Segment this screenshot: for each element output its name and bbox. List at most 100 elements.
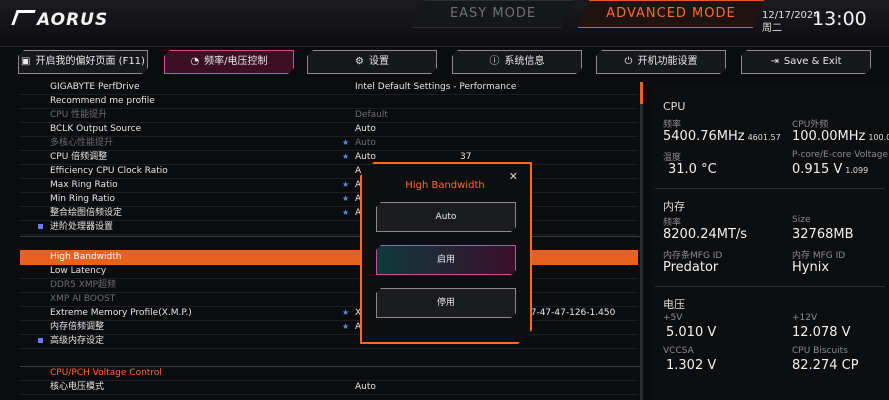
submenu-advanced-memory[interactable]: 高级内存设定: [20, 334, 638, 349]
setting-value: Auto: [355, 382, 376, 392]
tab-settings[interactable]: ⚙ 设置: [307, 50, 437, 74]
setting-value: Auto: [355, 138, 376, 148]
tab-label: 频率/电压控制: [204, 56, 268, 67]
setting-name: 高级内存设定: [50, 336, 105, 346]
setting-name: GIGABYTE PerfDrive: [50, 82, 140, 92]
v5-label: +5V: [663, 313, 683, 323]
setting-name: Extreme Memory Profile(X.M.P.): [50, 308, 192, 318]
top-bar: AORUS EASY MODE ADVANCED MODE 12/17/2024…: [0, 0, 889, 47]
vccsa-value: 1.302 V: [666, 358, 717, 373]
v12-label: +12V: [792, 313, 818, 323]
setting-row-high-bandwidth[interactable]: High Bandwidth: [20, 250, 638, 265]
setting-name: Min Ring Ratio: [50, 194, 115, 204]
star-icon: ★: [342, 194, 350, 203]
setting-extra: 37: [460, 152, 472, 162]
cpu-volt-value: 0.915 V 1.099: [792, 162, 868, 177]
tab-bar: ▣ 开启我的偏好页面 (F11) ◔ 频率/电压控制 ⚙ 设置 ⓘ 系统信息 ⏻ 开机功能…: [0, 48, 889, 76]
tab-boot[interactable]: ⏻ 开机功能设置: [596, 50, 726, 74]
star-icon: ★: [342, 138, 350, 147]
cpu-volt-number: 0.915 V: [792, 162, 843, 177]
power-icon: ⏻: [624, 56, 633, 67]
setting-name: 整合绘图倍频设定: [50, 208, 123, 218]
setting-row-igpu-ratio[interactable]: 整合绘图倍频设定 ★ A: [20, 206, 638, 221]
tab-frequency-voltage[interactable]: ◔ 频率/电压控制: [164, 50, 294, 74]
setting-row-perfdrive[interactable]: GIGABYTE PerfDrive Intel Default Settings…: [20, 80, 638, 95]
tab-label: 开启我的偏好页面 (F11): [35, 56, 145, 67]
aorus-logo: AORUS: [11, 10, 108, 30]
section-title: CPU/PCH Voltage Control: [50, 368, 162, 378]
option-disable[interactable]: 停用: [376, 288, 516, 318]
setting-row-max-ring[interactable]: Max Ring Ratio ★ A: [20, 178, 638, 193]
setting-name: Max Ring Ratio: [50, 180, 118, 190]
speedometer-icon: ◔: [190, 56, 200, 67]
setting-row-recommend[interactable]: Recommend me profile: [20, 94, 638, 109]
setting-row-min-ring[interactable]: Min Ring Ratio ★ A: [20, 192, 638, 207]
setting-name: Recommend me profile: [50, 96, 155, 106]
exit-icon: ⇥: [770, 56, 779, 67]
setting-row-ecore-ratio[interactable]: Efficiency CPU Clock Ratio A: [20, 164, 638, 179]
mem-ic-value: Hynix: [792, 260, 830, 275]
option-enable[interactable]: 启用: [376, 245, 516, 275]
biscuits-label: CPU Biscuits: [792, 346, 848, 356]
gear-icon: ⚙: [355, 56, 364, 67]
tab-save-exit[interactable]: ⇥ Save & Exit: [741, 50, 871, 74]
mem-size-label: Size: [792, 215, 811, 225]
setting-row-memory-ratio[interactable]: 内存倍频调整 ★ A: [20, 320, 638, 335]
tab-label: 开机功能设置: [637, 56, 698, 67]
setting-row-multicore: 多核心性能提升 ★ Auto: [20, 136, 638, 151]
divider: [20, 236, 640, 237]
setting-value: Auto: [355, 124, 376, 134]
setting-row-ddr5-xmp: DDR5 XMP超频: [20, 278, 638, 293]
setting-name: XMP AI BOOST: [50, 294, 116, 304]
tab-system-info[interactable]: ⓘ 系统信息: [452, 50, 582, 74]
date-display: 12/17/2024 周二: [762, 9, 820, 35]
submenu-marker-icon: [38, 338, 43, 343]
setting-extra: 47-47-47-126-1.450: [525, 308, 616, 318]
cpu-temp-value: 31.0 °C: [668, 162, 717, 177]
tab-label: 设置: [368, 56, 389, 67]
option-auto[interactable]: Auto: [376, 202, 516, 232]
setting-row-vcore-mode[interactable]: 核心电压模式 Auto: [20, 380, 638, 395]
setting-name: CPU 性能提升: [50, 110, 108, 120]
cpu-ext-extra: 100.00: [868, 133, 889, 142]
cpu-section-title: CPU: [663, 100, 686, 113]
clock-display: 13:00: [812, 8, 867, 30]
setting-name: 进阶处理器设置: [50, 222, 114, 232]
memory-section-title: 内存: [663, 200, 685, 213]
setting-value: Auto: [355, 152, 376, 162]
setting-row-cpu-ratio[interactable]: CPU 倍频调整 ★ Auto 37: [20, 150, 638, 165]
tab-label: 系统信息: [504, 56, 545, 67]
cpu-freq-number: 5400.76MHz: [663, 129, 745, 144]
setting-row-low-latency[interactable]: Low Latency: [20, 264, 638, 279]
settings-scrollbar[interactable]: [640, 82, 643, 400]
setting-value: Default: [355, 110, 388, 120]
mem-size-value: 32768MB: [792, 227, 854, 242]
scrollbar-thumb[interactable]: [640, 82, 643, 104]
settings-list: GIGABYTE PerfDrive Intel Default Settings…: [20, 80, 640, 400]
mem-freq-value: 8200.24MT/s: [663, 227, 748, 242]
cpu-volt-extra: 1.099: [845, 166, 869, 175]
biscuits-value: 82.274 CP: [792, 358, 859, 373]
setting-row-bclk[interactable]: BCLK Output Source Auto: [20, 122, 638, 137]
setting-name: 多核心性能提升: [50, 138, 114, 148]
cpu-freq-value: 5400.76MHz 4601.57: [663, 129, 781, 144]
setting-name: High Bandwidth: [50, 252, 122, 262]
star-icon: ★: [342, 308, 350, 317]
setting-row-xmp-profile[interactable]: Extreme Memory Profile(X.M.P.) ★ X 47-47-47…: [20, 306, 638, 321]
tab-favorites[interactable]: ▣ 开启我的偏好页面 (F11): [18, 50, 148, 74]
advanced-mode-button[interactable]: ADVANCED MODE: [578, 0, 764, 28]
star-icon: ★: [342, 152, 350, 161]
star-icon: ★: [342, 322, 350, 331]
panel-divider: [655, 188, 885, 189]
favorite-page-icon: ▣: [21, 56, 31, 67]
easy-mode-button[interactable]: EASY MODE: [412, 0, 574, 28]
panel-divider: [655, 286, 885, 287]
setting-name: CPU 倍频调整: [50, 152, 108, 162]
high-bandwidth-dialog: ✕ High Bandwidth Auto 启用 停用: [360, 162, 532, 344]
mem-mfg-value: Predator: [663, 260, 719, 275]
v5-value: 5.010 V: [666, 325, 717, 340]
setting-row-cpu-boost: CPU 性能提升 Default: [20, 108, 638, 123]
setting-name: Low Latency: [50, 266, 107, 276]
star-icon: ★: [342, 180, 350, 189]
submenu-advanced-cpu[interactable]: 进阶处理器设置: [20, 220, 638, 235]
